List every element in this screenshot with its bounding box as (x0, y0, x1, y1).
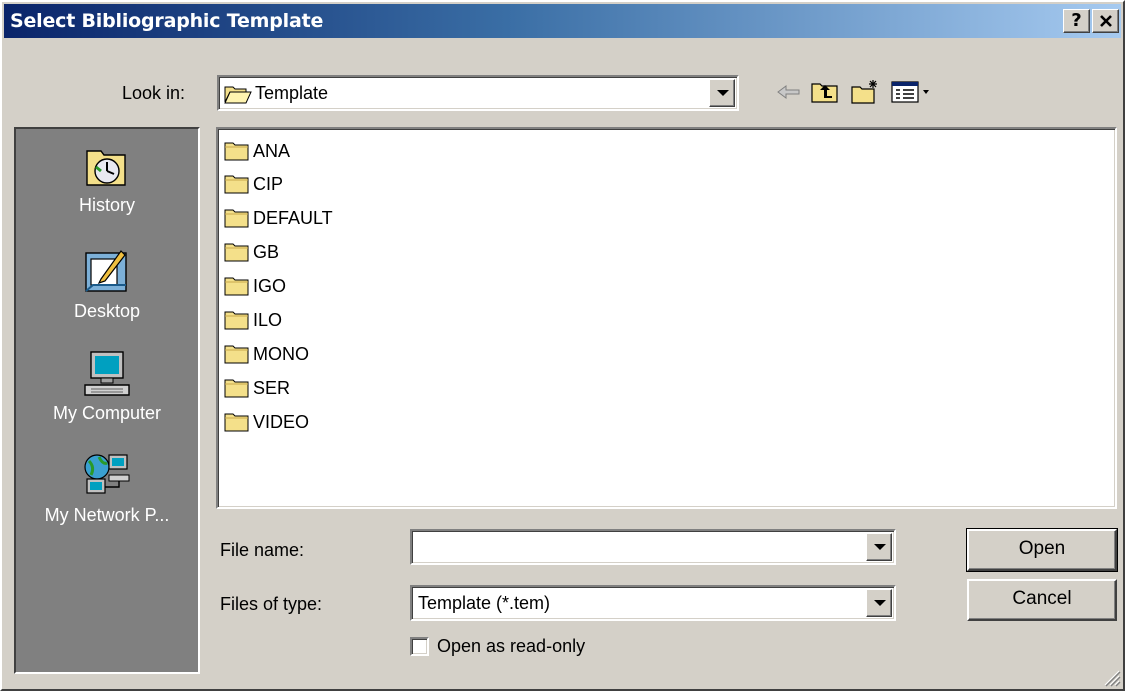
folder-icon (224, 345, 249, 364)
place-label: History (78, 195, 135, 215)
open-folder-icon (224, 86, 252, 104)
look-in-combo[interactable]: Template (217, 75, 739, 111)
folder-icon (224, 175, 249, 194)
desktop-icon (85, 250, 127, 292)
folder-icon (224, 277, 249, 296)
folder-icon (224, 413, 249, 432)
file-name: GB (253, 241, 280, 262)
resize-grip-icon[interactable] (1099, 665, 1121, 687)
file-name: DEFAULT (253, 207, 333, 228)
cancel-button[interactable]: Cancel (967, 579, 1117, 621)
new-folder-icon[interactable] (850, 78, 880, 106)
file-name: SER (253, 377, 291, 398)
file-name: MONO (253, 343, 309, 364)
place-label: My Computer (52, 403, 162, 423)
places-bar: History Desktop My Computer My Network P… (14, 127, 200, 674)
folder-icon (224, 243, 249, 262)
view-menu-icon[interactable] (890, 78, 934, 106)
select-template-dialog: Select Bibliographic Template ? Look in:… (0, 0, 1125, 691)
read-only-checkbox[interactable] (410, 637, 429, 656)
history-icon (86, 150, 126, 186)
title-bar[interactable]: Select Bibliographic Template ? (4, 4, 1121, 38)
help-button[interactable]: ? (1063, 9, 1090, 33)
files-of-type-value: Template (*.tem) (418, 593, 551, 613)
back-arrow-icon[interactable] (774, 78, 804, 106)
look-in-label: Look in: (122, 83, 186, 103)
network-places-icon (84, 454, 130, 494)
place-label: My Network P... (44, 505, 170, 525)
read-only-label[interactable]: Open as read-only (437, 636, 585, 657)
place-history[interactable]: History (16, 141, 198, 216)
place-network[interactable]: My Network P... (16, 451, 198, 526)
list-item[interactable]: ILO (224, 308, 282, 332)
window-title: Select Bibliographic Template (10, 10, 324, 32)
file-name: VIDEO (253, 411, 310, 432)
files-of-type-label: Files of type: (220, 594, 323, 614)
list-item[interactable]: MONO (224, 342, 309, 366)
open-button[interactable]: Open (966, 528, 1118, 572)
folder-icon (224, 142, 249, 161)
look-in-dropdown-button[interactable] (709, 79, 735, 107)
list-item[interactable]: GB (224, 240, 279, 264)
look-in-value: Template (255, 83, 329, 103)
file-name-label: File name: (220, 540, 305, 560)
file-name: IGO (253, 275, 287, 296)
files-of-type-select[interactable]: Template (*.tem) (410, 585, 896, 621)
file-name: CIP (253, 173, 284, 194)
list-item[interactable]: SER (224, 376, 290, 400)
file-name-dropdown-button[interactable] (866, 533, 892, 561)
list-item[interactable]: ANA (224, 139, 290, 163)
list-item[interactable]: IGO (224, 274, 286, 298)
close-icon (1099, 15, 1112, 27)
up-one-level-icon[interactable] (810, 78, 840, 106)
folder-icon (224, 311, 249, 330)
files-of-type-dropdown-button[interactable] (866, 589, 892, 617)
file-name-input[interactable] (410, 529, 896, 565)
my-computer-icon (84, 351, 130, 396)
list-item[interactable]: CIP (224, 172, 283, 196)
place-desktop[interactable]: Desktop (16, 247, 198, 322)
folder-icon (224, 209, 249, 228)
file-list[interactable]: ANA CIP DEFAULT GB IGO ILO MONO SER VIDE… (216, 127, 1117, 509)
file-name: ILO (253, 309, 283, 330)
place-label: Desktop (73, 301, 141, 321)
list-item[interactable]: VIDEO (224, 410, 309, 434)
list-item[interactable]: DEFAULT (224, 206, 333, 230)
close-button[interactable] (1092, 9, 1119, 33)
place-my-computer[interactable]: My Computer (16, 349, 198, 424)
folder-icon (224, 379, 249, 398)
file-name: ANA (253, 140, 291, 161)
